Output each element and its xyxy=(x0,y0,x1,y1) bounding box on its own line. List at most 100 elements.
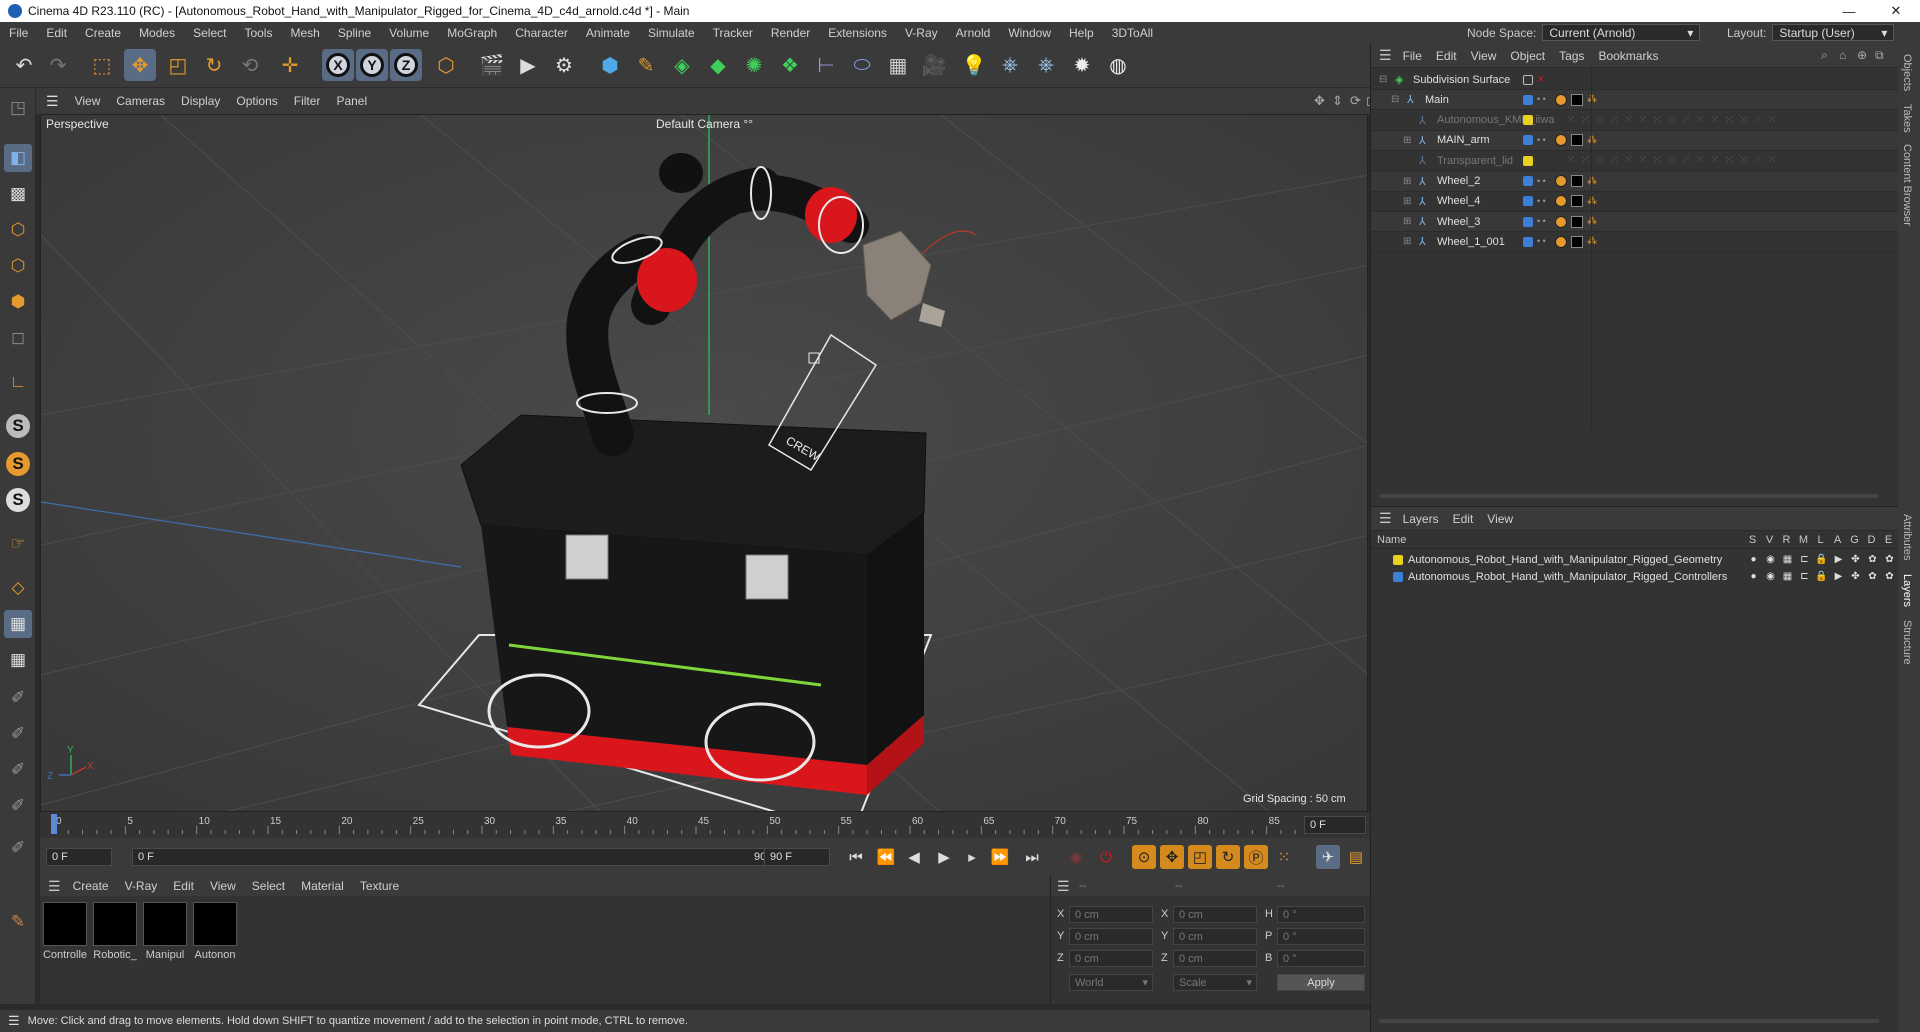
layer-menu-edit[interactable]: Edit xyxy=(1446,512,1481,526)
visibility-dots-icon[interactable]: • • xyxy=(1537,176,1546,185)
material-item[interactable]: Autonon xyxy=(192,902,238,961)
material-menu-create[interactable]: Create xyxy=(65,879,117,893)
scale-key-icon[interactable]: ◰ xyxy=(1188,845,1212,869)
frame-range-slider[interactable]: 0 F 90 F xyxy=(132,848,782,866)
rotate-tool-icon[interactable]: ↻ xyxy=(198,49,230,81)
end-frame-field[interactable]: 90 F xyxy=(764,848,830,866)
redo-icon[interactable]: ↷ xyxy=(42,49,74,81)
material-menu-edit[interactable]: Edit xyxy=(165,879,202,893)
layer-color-icon[interactable] xyxy=(1523,94,1533,105)
mograph-cloner-icon[interactable]: ❖ xyxy=(774,49,806,81)
material-menu-select[interactable]: Select xyxy=(244,879,293,893)
material-menu-material[interactable]: Material xyxy=(293,879,352,893)
menu-character[interactable]: Character xyxy=(506,26,577,40)
y-axis-lock-button[interactable]: Y xyxy=(356,49,388,81)
black-material-tag-icon[interactable] xyxy=(1571,215,1583,228)
black-material-tag-icon[interactable] xyxy=(1571,134,1583,147)
hamburger-menu-icon[interactable]: ☰ xyxy=(1379,47,1392,64)
viewport-menu-options[interactable]: Options xyxy=(228,94,285,108)
menu-window[interactable]: Window xyxy=(999,26,1060,40)
python-script-icon[interactable]: ⎈ xyxy=(994,49,1026,81)
live-selection-icon[interactable]: ⬚ xyxy=(86,49,118,81)
object-menu-file[interactable]: File xyxy=(1396,49,1429,63)
layer-manager-icon[interactable]: ⊏ xyxy=(1796,571,1813,582)
black-material-tag-icon[interactable] xyxy=(1571,93,1583,106)
material-tag-icon[interactable] xyxy=(1555,235,1567,248)
menu-modes[interactable]: Modes xyxy=(130,26,184,40)
object-menu-edit[interactable]: Edit xyxy=(1429,49,1464,63)
layer-color-icon[interactable] xyxy=(1523,135,1533,146)
tab-takes[interactable]: Takes xyxy=(1901,104,1913,133)
menu-extensions[interactable]: Extensions xyxy=(819,26,896,40)
tree-expander-icon[interactable]: ⊞ xyxy=(1403,176,1415,187)
menu-tools[interactable]: Tools xyxy=(235,26,281,40)
snap-icon[interactable]: S xyxy=(6,414,30,438)
layer-generator-icon[interactable]: ✤ xyxy=(1847,571,1864,582)
motion-system-icon[interactable]: ✈ xyxy=(1316,845,1340,869)
menu-help[interactable]: Help xyxy=(1060,26,1103,40)
cloner-icon[interactable]: ✺ xyxy=(738,49,770,81)
hamburger-menu-icon[interactable]: ☰ xyxy=(8,1013,20,1029)
scale-tool-icon[interactable]: ◰ xyxy=(162,49,194,81)
layer-generator-icon[interactable]: ✤ xyxy=(1847,554,1864,565)
layer-render-icon[interactable]: ▦ xyxy=(1779,554,1796,565)
visibility-dots-icon[interactable]: • • xyxy=(1537,237,1546,246)
constraint-tag-icon[interactable]: ⁂ xyxy=(1587,216,1597,227)
menu-v-ray[interactable]: V-Ray xyxy=(896,26,947,40)
material-tag-icon[interactable] xyxy=(1555,215,1567,228)
polygons-mode-icon[interactable]: ⬢ xyxy=(4,288,32,316)
visibility-dots-icon[interactable]: ✕ xyxy=(1537,75,1545,84)
close-button[interactable]: ✕ xyxy=(1872,0,1920,22)
material-item[interactable]: Robotic_ xyxy=(92,902,138,961)
visibility-dots-icon[interactable]: • • xyxy=(1537,196,1546,205)
extrude-generator-icon[interactable]: ◆ xyxy=(702,49,734,81)
visibility-dots-icon[interactable]: • • xyxy=(1537,95,1546,104)
object-row[interactable]: ⊞ ⅄ MAIN_arm • • ⁂ xyxy=(1371,130,1899,151)
size-z-field[interactable]: 0 cm xyxy=(1173,950,1257,967)
object-menu-tags[interactable]: Tags xyxy=(1552,49,1591,63)
tab-objects[interactable]: Objects xyxy=(1901,54,1913,91)
move-view-icon[interactable]: ✥ xyxy=(1314,93,1325,109)
material-item[interactable]: Controlle xyxy=(42,902,88,961)
coordinate-system-icon[interactable]: ⬡ xyxy=(430,49,462,81)
rot-p-field[interactable]: 0 ° xyxy=(1277,928,1365,945)
layer-color-swatch[interactable] xyxy=(1393,571,1403,582)
layer-color-swatch[interactable] xyxy=(1393,554,1403,565)
object-row[interactable]: ⊞ ⅄ Wheel_1_001 • • ⁂ xyxy=(1371,232,1899,253)
menu-mograph[interactable]: MoGraph xyxy=(438,26,506,40)
render-view-icon[interactable]: 🎬 xyxy=(476,49,508,81)
visibility-dots-icon[interactable]: • • xyxy=(1537,217,1546,226)
perspective-viewport[interactable]: CREW Y X Z Perspective Default Camera °°… xyxy=(40,114,1368,812)
play-icon[interactable]: ▶ xyxy=(932,845,956,869)
transform-tool-icon[interactable]: ✛ xyxy=(274,49,306,81)
tag-strip-icon[interactable]: ⁙⁙⁙⁙⁙⁙⁙⁙⁙⁙⁙⁙⁙⁙⁙ xyxy=(1567,115,1783,126)
menu-animate[interactable]: Animate xyxy=(577,26,639,40)
layer-row[interactable]: Autonomous_Robot_Hand_with_Manipulator_R… xyxy=(1371,568,1899,585)
layer-horizontal-scrollbar[interactable] xyxy=(1379,1019,1879,1023)
layer-menu-view[interactable]: View xyxy=(1480,512,1520,526)
tab-content-browser[interactable]: Content Browser xyxy=(1901,144,1913,226)
goto-end-icon[interactable]: ⏭ xyxy=(1020,845,1044,869)
rotation-key-icon[interactable]: ↻ xyxy=(1216,845,1240,869)
layer-visible-icon[interactable]: ◉ xyxy=(1762,554,1779,565)
material-item[interactable]: Manipul xyxy=(142,902,188,961)
light-object-icon[interactable]: 💡 xyxy=(958,49,990,81)
layer-color-icon[interactable] xyxy=(1523,196,1533,207)
edges-mode-icon[interactable]: ⬡ xyxy=(4,252,32,280)
layout-dropdown[interactable]: Startup (User) ▾ xyxy=(1772,24,1895,41)
make-editable-icon[interactable]: ◳ xyxy=(4,94,32,122)
prev-key-icon[interactable]: ⏪ xyxy=(874,845,898,869)
hamburger-menu-icon[interactable]: ☰ xyxy=(1379,510,1392,527)
recent-tool-icon[interactable]: ⟲ xyxy=(234,49,266,81)
visibility-dots-icon[interactable]: • • xyxy=(1537,135,1546,144)
layer-color-icon[interactable] xyxy=(1523,236,1533,247)
layer-lock-icon[interactable]: 🔒 xyxy=(1813,554,1830,565)
layer-deformer-icon[interactable]: ✿ xyxy=(1864,571,1881,582)
tree-expander-icon[interactable]: ⊟ xyxy=(1379,74,1391,85)
object-menu-view[interactable]: View xyxy=(1464,49,1504,63)
black-material-tag-icon[interactable] xyxy=(1571,175,1583,187)
tab-attributes[interactable]: Attributes xyxy=(1901,514,1913,560)
lock-icon[interactable] xyxy=(1523,115,1533,126)
layer-expression-icon[interactable]: ✿ xyxy=(1881,571,1898,582)
spline-pen-icon[interactable]: ✎ xyxy=(630,49,662,81)
